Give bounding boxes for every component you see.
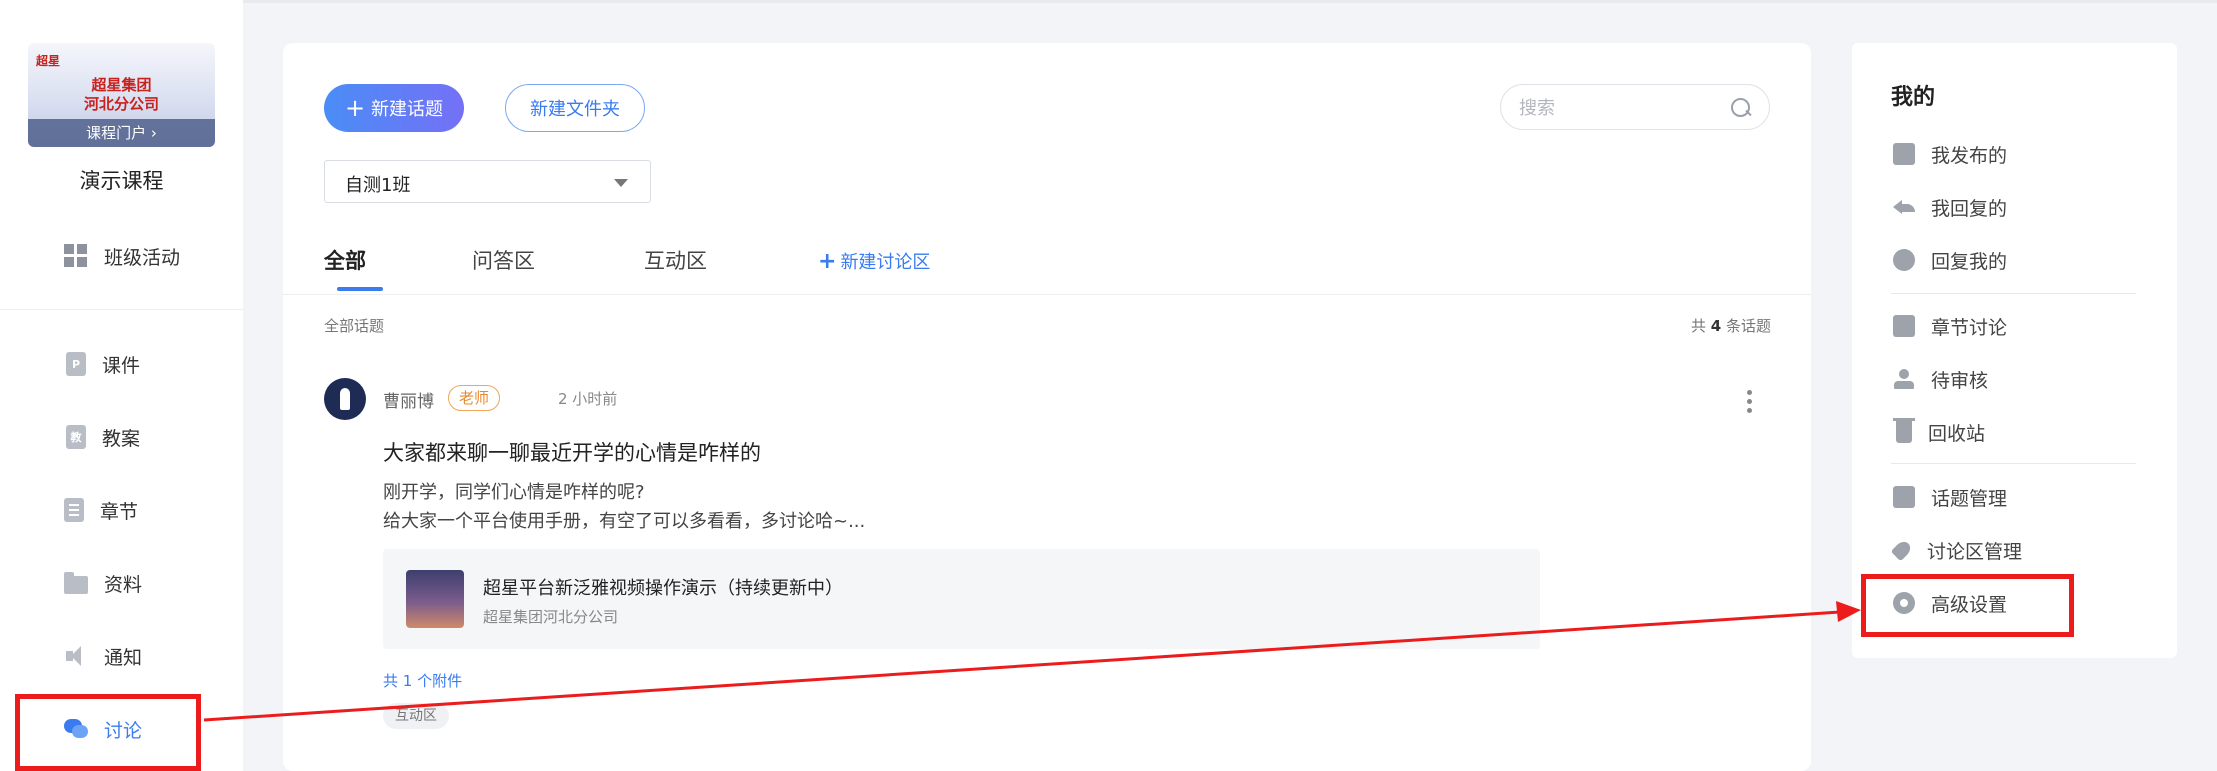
- annotation-arrow: [203, 601, 1861, 722]
